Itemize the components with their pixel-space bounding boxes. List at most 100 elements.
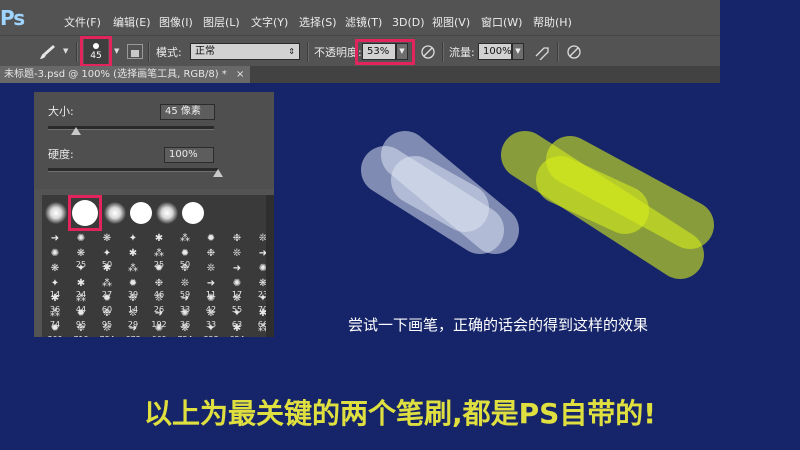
brush-hard-round-3[interactable] xyxy=(182,202,204,224)
brush-panel-toggle-icon[interactable] xyxy=(127,44,143,59)
menu-file[interactable]: 文件(F) xyxy=(64,16,101,30)
brush-tip-icon: ✱ xyxy=(154,233,164,244)
white-brush-strokes xyxy=(361,131,519,254)
hardness-slider-thumb[interactable] xyxy=(213,169,223,177)
brush-preset[interactable]: ➜ xyxy=(44,233,66,245)
brush-tip-icon: ❉ xyxy=(102,308,112,319)
brush-tip-icon: ❋ xyxy=(76,248,86,259)
brush-tip-icon: ✱ xyxy=(232,323,242,334)
brush-preset[interactable]: ❋ xyxy=(96,233,118,245)
brush-preset[interactable]: ❉ xyxy=(174,263,196,275)
pressure-size-icon[interactable] xyxy=(566,44,582,60)
brush-soft-round-3[interactable] xyxy=(156,202,178,224)
brush-picker-dropdown-icon[interactable]: ▼ xyxy=(114,47,119,55)
brush-preset[interactable]: ❋ xyxy=(44,263,66,275)
size-slider-thumb[interactable] xyxy=(71,127,82,135)
brush-tip-icon: ✹ xyxy=(206,233,216,244)
brush-tip-icon: ✦ xyxy=(102,248,112,259)
brush-preset[interactable]: ❉ xyxy=(200,248,222,260)
brush-preset[interactable]: ✱ xyxy=(148,233,170,245)
brush-preset[interactable]: ✺ xyxy=(44,248,66,260)
brush-tip-icon: ⁂ xyxy=(180,233,190,244)
brush-size-highlight xyxy=(80,36,112,67)
document-tab[interactable]: 未标题-3.psd @ 100% (选择画笔工具, RGB/8) * × xyxy=(0,66,251,83)
airbrush-icon[interactable] xyxy=(534,44,552,61)
flow-input[interactable]: 100% xyxy=(478,43,512,60)
brush-settings: 大小: 45 像素 硬度: 100% xyxy=(34,92,274,189)
brush-preset[interactable]: ❉710 xyxy=(70,323,92,337)
brush-preset[interactable]: ⁂ xyxy=(122,263,144,275)
brush-preset[interactable]: ❉ xyxy=(226,233,248,245)
menu-select[interactable]: 选择(S) xyxy=(299,16,337,30)
menu-3d[interactable]: 3D(D) xyxy=(392,16,425,30)
brush-tip-icon: ✦ xyxy=(232,308,242,319)
brush-preset[interactable]: ✦ xyxy=(122,233,144,245)
brush-preset[interactable]: ❋754 xyxy=(174,323,196,337)
brush-tip-icon: ➜ xyxy=(128,323,138,334)
brush-tip-icon: ✺ xyxy=(76,233,86,244)
brush-size-label: 809 xyxy=(44,335,66,337)
brush-preset[interactable]: ➜678 xyxy=(122,323,144,337)
menu-image[interactable]: 图像(I) xyxy=(159,16,193,30)
brush-tip-icon: ❊ xyxy=(232,248,242,259)
brush-preset[interactable]: ✱ xyxy=(122,248,144,260)
close-tab-icon[interactable]: × xyxy=(236,69,244,80)
brush-tool-icon[interactable] xyxy=(38,43,58,61)
flow-dropdown-icon[interactable]: ▼ xyxy=(512,43,524,60)
divider xyxy=(76,42,78,62)
brush-tip-icon: ➜ xyxy=(154,308,164,319)
menu-edit[interactable]: 编辑(E) xyxy=(113,16,151,30)
brush-preset[interactable]: ⁂ xyxy=(174,233,196,245)
brush-preset[interactable]: ✹ xyxy=(148,263,170,275)
hardness-input[interactable]: 100% xyxy=(164,147,214,163)
tool-preset-dropdown-icon[interactable]: ▼ xyxy=(63,47,68,55)
brush-tip-icon: ➜ xyxy=(180,293,190,304)
brush-tip-icon: ❊ xyxy=(180,278,190,289)
divider xyxy=(557,42,559,62)
brush-tip-icon: ✦ xyxy=(128,233,138,244)
brush-preset[interactable]: ✺ xyxy=(70,233,92,245)
mode-select[interactable]: 正常 ⇕ xyxy=(190,43,300,60)
brush-size-label: 654 xyxy=(226,335,248,337)
brush-preset[interactable]: ❊ xyxy=(200,263,222,275)
brush-soft-round[interactable] xyxy=(45,202,67,224)
brush-tip-icon: ❋ xyxy=(102,233,112,244)
brush-preset[interactable]: ✦828 xyxy=(200,323,222,337)
brush-preset[interactable]: ✦ xyxy=(70,263,92,275)
brush-tip-icon: ✺ xyxy=(206,293,216,304)
menu-help[interactable]: 帮助(H) xyxy=(533,16,572,30)
brush-tip-icon: ✺ xyxy=(154,323,164,334)
hardness-slider[interactable] xyxy=(48,168,218,172)
brush-grid-scrollbar[interactable] xyxy=(266,195,274,337)
brush-tip-icon: ❉ xyxy=(76,323,86,334)
brush-preset[interactable]: ❊784 xyxy=(96,323,118,337)
brush-tip-icon: ✦ xyxy=(206,323,216,334)
brush-preset-panel: 大小: 45 像素 硬度: 100% ➜ ✺ ❋ ✦ ✱ ⁂ ✹ ❉ ❊ ✺ ❋ 25 ✦ 50 ✱ ⁂ 25 ✹… xyxy=(34,92,274,337)
brush-preset[interactable]: ✺669 xyxy=(148,323,170,337)
brush-preset[interactable]: ✹809 xyxy=(44,323,66,337)
menu-window[interactable]: 窗口(W) xyxy=(481,16,522,30)
size-input[interactable]: 45 像素 xyxy=(160,104,215,120)
divider xyxy=(307,42,309,62)
pressure-opacity-icon[interactable] xyxy=(420,44,436,60)
menu-filter[interactable]: 滤镜(T) xyxy=(345,16,382,30)
photoshop-logo: Ps xyxy=(0,6,25,30)
brush-preset[interactable]: ✱ xyxy=(96,263,118,275)
brush-preset[interactable]: ✹ xyxy=(200,233,222,245)
divider xyxy=(442,42,444,62)
brush-tip-icon: ⁂ xyxy=(128,263,138,274)
brush-preset[interactable]: ❊ xyxy=(226,248,248,260)
brush-tip-icon: ➜ xyxy=(232,263,242,274)
menu-type[interactable]: 文字(Y) xyxy=(251,16,288,30)
menu-view[interactable]: 视图(V) xyxy=(432,16,470,30)
brush-preset[interactable]: ➜ xyxy=(226,263,248,275)
brush-tip-icon: ❋ xyxy=(180,323,190,334)
brush-soft-round-2[interactable] xyxy=(104,202,126,224)
brush-tip-icon: ❊ xyxy=(102,323,112,334)
brush-tip-icon: ❉ xyxy=(180,263,190,274)
brush-size-label: 669 xyxy=(148,335,170,337)
brush-preset[interactable]: ✱654 xyxy=(226,323,248,337)
brush-tip-icon: ✱ xyxy=(76,278,86,289)
menu-layer[interactable]: 图层(L) xyxy=(203,16,240,30)
brush-hard-round-2[interactable] xyxy=(130,202,152,224)
